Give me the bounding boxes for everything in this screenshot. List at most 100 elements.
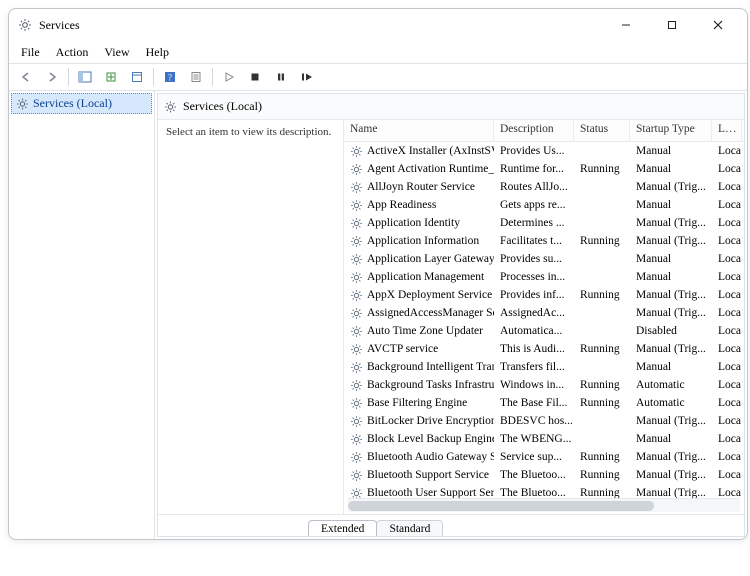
service-status-cell: Running [574,469,630,481]
tab-standard[interactable]: Standard [376,520,443,537]
tab-extended[interactable]: Extended [308,520,377,537]
service-row[interactable]: Auto Time Zone UpdaterAutomatica...Disab… [344,322,744,340]
service-logon-cell: Loca [712,343,742,355]
service-name-cell: Bluetooth User Support Ser... [344,487,494,499]
service-logon-cell: Loca [712,451,742,463]
service-row[interactable]: AllJoyn Router ServiceRoutes AllJo...Man… [344,178,744,196]
service-startup-cell: Manual [630,199,712,211]
service-description-cell: Facilitates t... [494,235,574,247]
service-row[interactable]: Application InformationFacilitates t...R… [344,232,744,250]
service-name: AllJoyn Router Service [367,181,475,193]
service-startup-cell: Manual (Trig... [630,181,712,193]
service-name-cell: AllJoyn Router Service [344,181,494,194]
details-header-title: Services (Local) [183,99,262,114]
service-row[interactable]: App ReadinessGets apps re...ManualLoca [344,196,744,214]
minimize-button[interactable] [603,10,649,40]
column-status[interactable]: Status [574,120,630,141]
column-logon-as[interactable]: Log [712,120,742,141]
service-description-cell: The Base Fil... [494,397,574,409]
start-service-button[interactable] [217,66,241,88]
service-startup-cell: Manual (Trig... [630,469,712,481]
service-row[interactable]: Bluetooth Audio Gateway S...Service sup.… [344,448,744,466]
service-description-cell: Gets apps re... [494,199,574,211]
menu-view[interactable]: View [96,43,137,62]
service-name-cell: App Readiness [344,199,494,212]
service-row[interactable]: Block Level Backup Engine ...The WBENG..… [344,430,744,448]
service-startup-cell: Manual (Trig... [630,217,712,229]
service-gear-icon [350,217,363,230]
service-gear-icon [350,451,363,464]
service-row[interactable]: AVCTP serviceThis is Audi...RunningManua… [344,340,744,358]
column-startup-type[interactable]: Startup Type [630,120,712,141]
service-name: AVCTP service [367,343,438,355]
service-name: AppX Deployment Service (... [367,289,494,301]
service-name: Bluetooth User Support Ser... [367,487,494,498]
service-startup-cell: Manual [630,271,712,283]
services-app-icon [17,17,33,33]
service-row[interactable]: AppX Deployment Service (...Provides inf… [344,286,744,304]
close-button[interactable] [695,10,741,40]
service-name-cell: Block Level Backup Engine ... [344,433,494,446]
service-status-cell: Running [574,451,630,463]
horizontal-scrollbar[interactable] [348,498,740,512]
service-row[interactable]: Application IdentityDetermines ...Manual… [344,214,744,232]
restart-service-button[interactable] [295,66,319,88]
scrollbar-thumb[interactable] [348,501,654,511]
nav-back-button[interactable] [14,66,38,88]
service-description-cell: Windows in... [494,379,574,391]
service-row[interactable]: Application ManagementProcesses in...Man… [344,268,744,286]
service-logon-cell: Loca [712,469,742,481]
service-row[interactable]: Application Layer Gateway ...Provides su… [344,250,744,268]
service-row[interactable]: Bluetooth User Support Ser...The Bluetoo… [344,484,744,498]
menu-action[interactable]: Action [48,43,97,62]
service-row[interactable]: Agent Activation Runtime_...Runtime for.… [344,160,744,178]
service-row[interactable]: ActiveX Installer (AxInstSV)Provides Us.… [344,142,744,160]
description-panel: Select an item to view its description. [158,120,344,514]
column-description[interactable]: Description [494,120,574,141]
pause-service-button[interactable] [269,66,293,88]
properties-button[interactable] [184,66,208,88]
service-row[interactable]: AssignedAccessManager Se...AssignedAc...… [344,304,744,322]
service-logon-cell: Loca [712,181,742,193]
service-row[interactable]: Background Tasks Infrastruc...Windows in… [344,376,744,394]
service-row[interactable]: Bluetooth Support ServiceThe Bluetoo...R… [344,466,744,484]
menu-file[interactable]: File [13,43,48,62]
service-gear-icon [350,199,363,212]
details-header-icon [164,100,177,113]
menu-bar: File Action View Help [9,41,747,63]
maximize-button[interactable] [649,10,695,40]
service-name-cell: Application Management [344,271,494,284]
service-description-cell: Determines ... [494,217,574,229]
tree-item-services-local[interactable]: Services (Local) [11,93,152,114]
service-gear-icon [350,343,363,356]
help-button[interactable]: ? [158,66,182,88]
service-description-cell: BDESVC hos... [494,415,574,427]
service-logon-cell: Loca [712,397,742,409]
service-startup-cell: Manual (Trig... [630,415,712,427]
service-row[interactable]: BitLocker Drive Encryption ...BDESVC hos… [344,412,744,430]
service-startup-cell: Manual (Trig... [630,487,712,498]
show-hide-tree-button[interactable] [73,66,97,88]
service-logon-cell: Loca [712,253,742,265]
export-list-button[interactable] [99,66,123,88]
stop-service-button[interactable] [243,66,267,88]
column-name[interactable]: Name [344,120,494,141]
window-title: Services [39,18,80,33]
console-tree[interactable]: Services (Local) [9,91,155,539]
nav-forward-button[interactable] [40,66,64,88]
service-row[interactable]: Base Filtering EngineThe Base Fil...Runn… [344,394,744,412]
refresh-button[interactable] [125,66,149,88]
service-startup-cell: Manual [630,253,712,265]
service-name-cell: AVCTP service [344,343,494,356]
menu-help[interactable]: Help [138,43,177,62]
service-description-cell: Provides inf... [494,289,574,301]
service-name-cell: Application Layer Gateway ... [344,253,494,266]
service-name: Auto Time Zone Updater [367,325,483,337]
service-logon-cell: Loca [712,325,742,337]
service-name-cell: Bluetooth Audio Gateway S... [344,451,494,464]
service-name-cell: BitLocker Drive Encryption ... [344,415,494,428]
service-status-cell: Running [574,163,630,175]
service-row[interactable]: Background Intelligent Tran...Transfers … [344,358,744,376]
services-list[interactable]: Name Description Status Startup Type Log… [344,120,744,514]
service-description-cell: Automatica... [494,325,574,337]
